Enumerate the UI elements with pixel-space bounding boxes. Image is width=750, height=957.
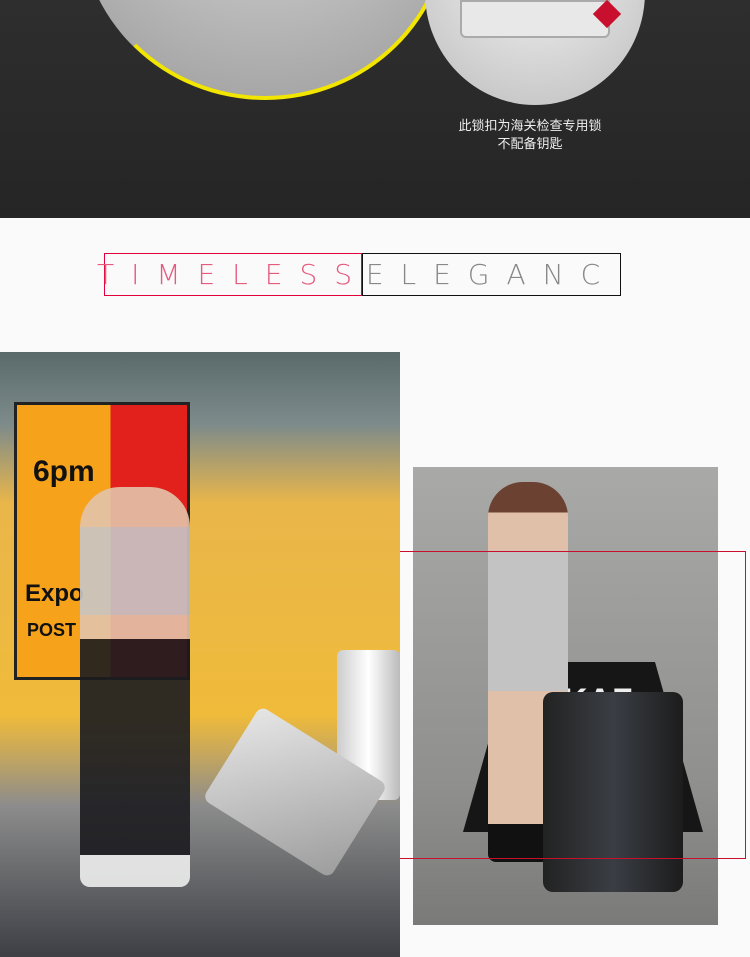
- combination-lock: [460, 0, 610, 38]
- decorative-frame: [400, 551, 746, 859]
- lock-feature-section: 此锁扣为海关检查专用锁 不配备钥匙: [0, 0, 750, 218]
- model: [80, 487, 190, 887]
- section-title: TIMELESS ELEGANC: [97, 253, 621, 296]
- title-part-elegance: ELEGANC: [362, 253, 621, 296]
- caption-line-1: 此锁扣为海关检查专用锁: [458, 119, 602, 134]
- suitcase-detail-image: [80, 0, 450, 100]
- caption-line-2: 不配备钥匙: [497, 137, 563, 152]
- poster-word: Expo: [25, 580, 84, 607]
- lock-caption: 此锁扣为海关检查专用锁 不配备钥匙: [440, 118, 620, 154]
- title-part-timeless: TIMELESS: [97, 253, 362, 296]
- poster-time: 6pm: [33, 455, 95, 488]
- lifestyle-photo-silver-suitcase: 6pm Expo POST: [0, 352, 400, 957]
- poster-word: POST: [27, 620, 77, 640]
